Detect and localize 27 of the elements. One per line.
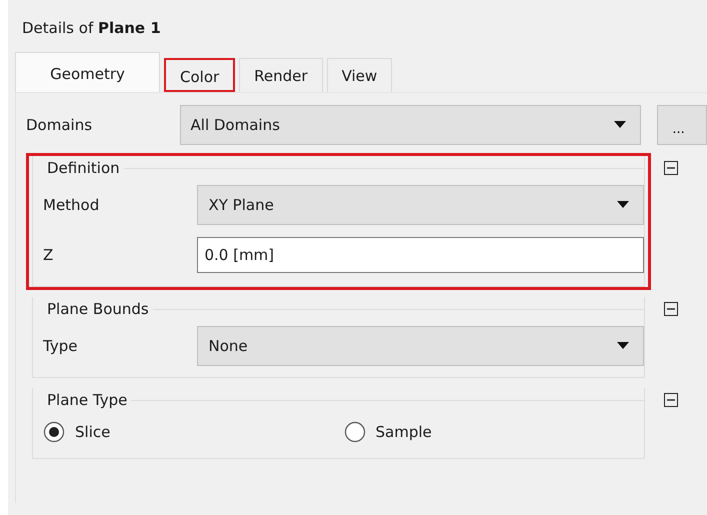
caret-icon[interactable] [614,121,626,129]
radio-button[interactable] [43,421,65,443]
caret-icon[interactable] [617,201,629,209]
tab[interactable]: Color [164,58,236,92]
field-label: Method [43,196,100,214]
field-label: Type [43,337,78,355]
tab[interactable]: View [326,58,392,92]
more-button[interactable]: ... [657,105,707,145]
field-label: Z [43,246,54,264]
collapse-icon[interactable] [664,161,678,175]
radio-label: Sample [376,423,432,441]
caret-icon[interactable] [617,342,629,350]
text-field[interactable]: 0.0 [mm] [197,237,644,273]
collapse-icon[interactable] [664,302,678,316]
tab[interactable]: Geometry [15,52,160,92]
radio-label: Slice [75,423,110,441]
panel-title: Details of Plane 1 [21,18,162,39]
dropdown[interactable]: XY Plane [197,185,644,225]
tab[interactable]: Render [239,58,323,92]
group-title: Definition [46,159,120,177]
dropdown[interactable]: All Domains [180,105,642,145]
radio-button[interactable] [344,421,366,443]
group-title: Plane Bounds [46,300,149,318]
field-label: Domains [26,116,94,134]
dropdown[interactable]: None [197,326,644,366]
collapse-icon[interactable] [664,393,678,407]
group-title: Plane Type [46,391,128,409]
